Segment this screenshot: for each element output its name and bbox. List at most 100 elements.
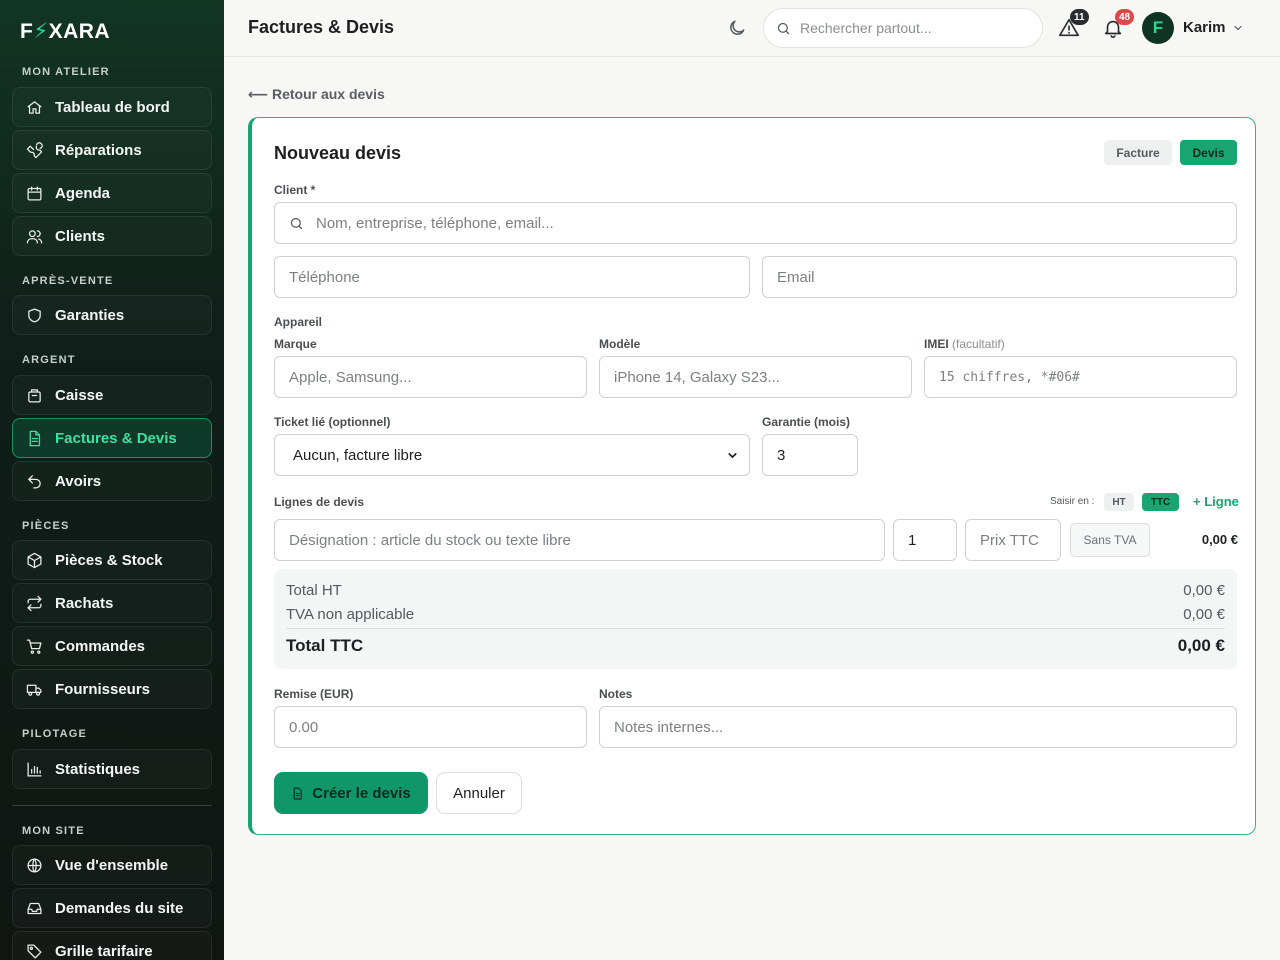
notes-input[interactable]: Notes internes...: [599, 706, 1237, 748]
imei-label: IMEI (facultatif): [924, 337, 1005, 351]
sidebar-item-label: Rachats: [55, 594, 114, 612]
sidebar-item-price-grid[interactable]: Grille tarifaire: [12, 931, 212, 960]
cart-icon: [26, 638, 42, 654]
sidebar-item-label: Avoirs: [55, 472, 102, 490]
undo-icon: [28, 474, 41, 489]
email-input[interactable]: Email: [762, 256, 1237, 298]
sidebar-item-orders[interactable]: Commandes: [12, 626, 212, 666]
imei-input[interactable]: 15 chiffres, *#06#: [924, 356, 1237, 398]
sidebar-item-label: Fournisseurs: [55, 680, 151, 698]
section-label-pieces: PIÈCES: [22, 520, 70, 532]
user-name[interactable]: Karim: [1183, 19, 1226, 36]
sidebar-item-label: Caisse: [55, 386, 104, 404]
globe-icon: [27, 857, 42, 873]
ticket-label: Ticket lié (optionnel): [274, 415, 391, 429]
sidebar-item-label: Garanties: [55, 306, 125, 324]
client-label: Client *: [274, 183, 316, 197]
section-label-apres-vente: APRÈS-VENTE: [22, 275, 114, 287]
exchange-icon: [27, 595, 42, 611]
sidebar-item-site-overview[interactable]: Vue d'ensemble: [12, 845, 212, 885]
sidebar-item-repairs[interactable]: Réparations: [12, 130, 212, 170]
sidebar-item-label: Factures & Devis: [55, 429, 177, 447]
sidebar-item-dashboard[interactable]: Tableau de bord: [12, 87, 212, 127]
brand-input[interactable]: Apple, Samsung...: [274, 356, 587, 398]
sidebar-item-credit-notes[interactable]: Avoirs: [12, 461, 212, 501]
moon-icon[interactable]: [727, 18, 747, 38]
total-ht-label: Total HT: [286, 582, 342, 599]
client-placeholder: Nom, entreprise, téléphone, email...: [316, 214, 554, 232]
quote-lines-label: Lignes de devis: [274, 495, 365, 509]
notifications-count-badge: 48: [1115, 9, 1135, 25]
bar-chart-icon: [27, 761, 42, 777]
section-label-site: MON SITE: [22, 825, 85, 837]
inbox-icon: [27, 902, 42, 914]
quantity-input[interactable]: 1: [893, 519, 957, 561]
total-ttc-value: 0,00 €: [1177, 636, 1225, 655]
document-icon: [29, 430, 41, 446]
model-input[interactable]: iPhone 14, Galaxy S23...: [599, 356, 912, 398]
page-title: Factures & Devis: [248, 17, 395, 37]
sidebar-item-clients[interactable]: Clients: [12, 216, 212, 256]
linked-ticket-select[interactable]: Aucun, facture libre: [274, 434, 750, 476]
warranty-months-input[interactable]: 3: [762, 434, 858, 476]
warranty-label: Garantie (mois): [762, 415, 851, 429]
type-quote-button[interactable]: Devis: [1180, 140, 1237, 165]
sidebar-item-label: Réparations: [55, 141, 142, 159]
sidebar: F⚡XARA MON ATELIER Tableau de bord Répar…: [0, 0, 224, 960]
chevron-down-icon[interactable]: [1232, 22, 1244, 34]
create-quote-button[interactable]: Créer le devis: [274, 772, 428, 814]
totals-panel: Total HT 0,00 € TVA non applicable 0,00 …: [274, 569, 1237, 669]
designation-input[interactable]: Désignation : article du stock ou texte …: [274, 519, 885, 561]
add-line-button[interactable]: + Ligne: [1193, 494, 1239, 509]
app-logo[interactable]: F⚡XARA: [20, 19, 110, 44]
truck-icon: [26, 684, 42, 696]
document-icon: [294, 787, 303, 799]
shield-icon: [28, 307, 41, 323]
sidebar-item-label: Pièces & Stock: [55, 551, 163, 569]
price-input[interactable]: Prix TTC: [965, 519, 1061, 561]
section-label-pilotage: PILOTAGE: [22, 728, 88, 740]
notes-label: Notes: [599, 687, 633, 701]
sidebar-item-warranties[interactable]: Garanties: [12, 295, 212, 335]
back-to-quotes-link[interactable]: ⟵ Retour aux devis: [248, 86, 385, 103]
sidebar-item-label: Demandes du site: [55, 899, 184, 917]
totals-divider: [286, 628, 1225, 629]
sidebar-item-invoices-quotes[interactable]: Factures & Devis: [12, 418, 212, 458]
type-invoice-button[interactable]: Facture: [1104, 140, 1172, 165]
card-title: Nouveau devis: [274, 143, 402, 163]
vat-row: TVA non applicable 0,00 €: [286, 606, 1225, 623]
tag-icon: [27, 943, 42, 959]
sidebar-item-buybacks[interactable]: Rachats: [12, 583, 212, 623]
search-icon: [777, 22, 790, 34]
mode-ht-toggle[interactable]: HT: [1104, 493, 1134, 511]
alerts-count-badge: 11: [1070, 9, 1089, 25]
global-search-input[interactable]: Rechercher partout...: [763, 8, 1043, 48]
search-icon: [290, 217, 303, 229]
create-quote-label: Créer le devis: [312, 784, 411, 802]
calendar-icon: [27, 185, 42, 201]
sidebar-item-statistics[interactable]: Statistiques: [12, 749, 212, 789]
cancel-button[interactable]: Annuler: [436, 772, 522, 814]
users-icon: [26, 229, 43, 244]
sidebar-item-suppliers[interactable]: Fournisseurs: [12, 669, 212, 709]
sidebar-item-cash[interactable]: Caisse: [12, 375, 212, 415]
user-avatar[interactable]: F: [1142, 12, 1174, 44]
sidebar-item-label: Vue d'ensemble: [55, 856, 169, 874]
total-ht-row: Total HT 0,00 €: [286, 582, 1225, 599]
sidebar-item-label: Statistiques: [55, 760, 141, 778]
sidebar-item-agenda[interactable]: Agenda: [12, 173, 212, 213]
discount-input[interactable]: 0.00: [274, 706, 587, 748]
vat-value: 0,00 €: [1183, 606, 1225, 623]
model-label: Modèle: [599, 337, 641, 351]
sidebar-item-parts-stock[interactable]: Pièces & Stock: [12, 540, 212, 580]
mode-ttc-toggle[interactable]: TTC: [1142, 493, 1179, 511]
box-icon: [27, 552, 42, 568]
phone-input[interactable]: Téléphone: [274, 256, 750, 298]
sidebar-item-site-requests[interactable]: Demandes du site: [12, 888, 212, 928]
client-search-input[interactable]: Nom, entreprise, téléphone, email...: [274, 202, 1237, 244]
sidebar-item-label: Tableau de bord: [55, 98, 170, 116]
sidebar-item-label: Agenda: [55, 184, 111, 202]
vat-select[interactable]: Sans TVA: [1070, 523, 1150, 557]
new-quote-card: Nouveau devis Facture Devis Client * Nom…: [248, 117, 1256, 835]
sidebar-item-label: Commandes: [55, 637, 146, 655]
